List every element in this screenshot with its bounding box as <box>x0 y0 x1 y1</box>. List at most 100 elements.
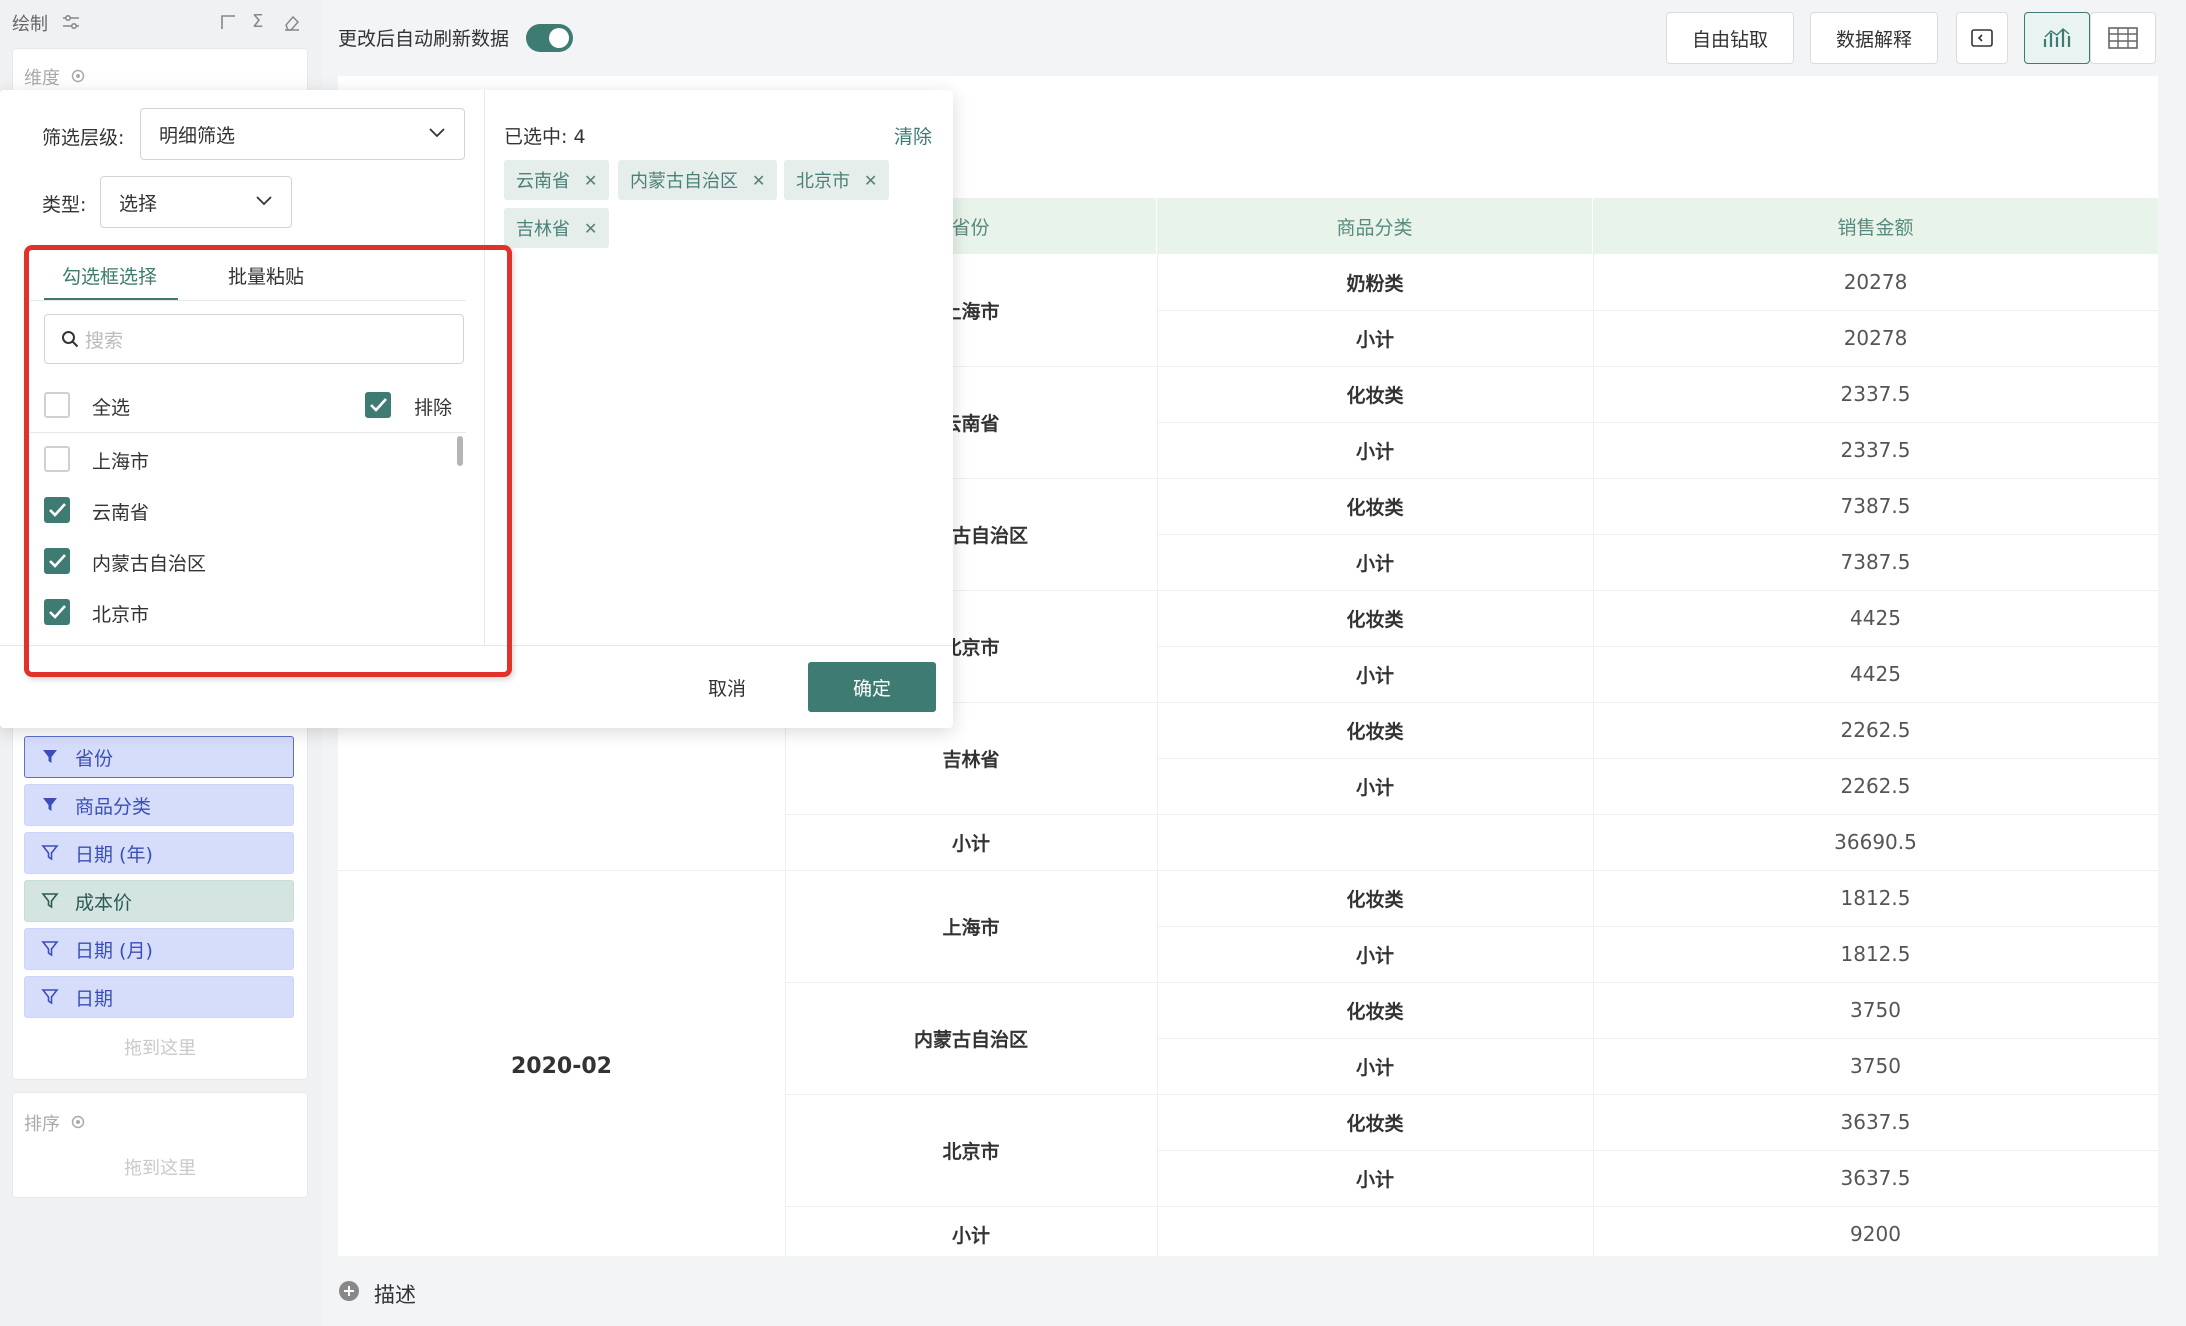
option-checkbox[interactable] <box>44 497 70 523</box>
date-group-cell[interactable]: 2020-02 <box>338 870 785 1256</box>
sales-cell[interactable]: 4425 <box>1593 646 2158 702</box>
list-scrollbar[interactable] <box>457 436 463 466</box>
filter-field-2[interactable]: 日期 (年) <box>24 832 294 874</box>
close-icon[interactable]: ✕ <box>864 171 877 190</box>
sales-cell[interactable]: 3750 <box>1593 1038 2158 1094</box>
sort-drop-hint[interactable]: 拖到这里 <box>12 1154 308 1180</box>
sales-cell[interactable]: 3637.5 <box>1593 1094 2158 1150</box>
category-cell[interactable]: 化妆类 <box>1157 870 1593 926</box>
clear-link[interactable]: 清除 <box>894 122 932 149</box>
free-drill-button[interactable]: 自由钻取 <box>1666 12 1794 64</box>
search-box[interactable]: 搜索 <box>44 314 464 364</box>
category-cell[interactable]: 化妆类 <box>1157 1094 1593 1150</box>
category-cell[interactable]: 化妆类 <box>1157 590 1593 646</box>
filter-drop-hint[interactable]: 拖到这里 <box>12 1034 308 1060</box>
exclude-checkbox[interactable] <box>365 392 391 418</box>
category-cell[interactable]: 小计 <box>1157 1038 1593 1094</box>
option-checkbox[interactable] <box>44 446 70 472</box>
header-sales[interactable]: 销售金额 <box>1593 198 2158 254</box>
filter-field-3[interactable]: 成本价 <box>24 880 294 922</box>
eraser-icon[interactable] <box>283 13 301 31</box>
describe-label[interactable]: 描述 <box>374 1279 416 1309</box>
option-checkbox[interactable] <box>44 599 70 625</box>
sales-cell[interactable]: 2262.5 <box>1593 758 2158 814</box>
settings-sliders-icon[interactable] <box>62 14 80 30</box>
select-all-checkbox[interactable] <box>44 392 70 418</box>
subtotal-value[interactable]: 9200 <box>1593 1206 2158 1256</box>
level-value: 明细筛选 <box>159 124 236 147</box>
filter-outline-icon <box>41 844 75 862</box>
sigma-icon[interactable]: Σ <box>252 11 263 32</box>
filter-field-0[interactable]: 省份 <box>24 736 294 778</box>
select-all-label: 全选 <box>92 397 131 419</box>
category-cell[interactable]: 化妆类 <box>1157 478 1593 534</box>
category-cell[interactable]: 化妆类 <box>1157 702 1593 758</box>
corner-icon[interactable] <box>220 14 236 30</box>
category-cell[interactable]: 小计 <box>1157 534 1593 590</box>
plus-circle-icon[interactable] <box>338 1280 360 1302</box>
category-cell[interactable]: 奶粉类 <box>1157 254 1593 310</box>
category-cell[interactable]: 小计 <box>1157 310 1593 366</box>
category-cell[interactable]: 化妆类 <box>1157 366 1593 422</box>
close-icon[interactable]: ✕ <box>752 171 765 190</box>
level-label: 筛选层级: <box>42 127 125 149</box>
filter-outline-icon <box>41 940 75 958</box>
sales-cell[interactable]: 20278 <box>1593 254 2158 310</box>
auto-refresh-toggle[interactable] <box>526 24 573 52</box>
selected-chip[interactable]: 北京市 ✕ <box>784 160 890 200</box>
province-cell[interactable]: 内蒙古自治区 <box>785 982 1157 1094</box>
check-icon <box>49 554 66 568</box>
header-category[interactable]: 商品分类 <box>1157 198 1593 254</box>
subtotal-value[interactable]: 36690.5 <box>1593 814 2158 870</box>
province-cell[interactable]: 上海市 <box>785 870 1157 982</box>
confirm-button[interactable]: 确定 <box>808 662 936 712</box>
sales-cell[interactable]: 3637.5 <box>1593 1150 2158 1206</box>
search-icon <box>61 330 79 348</box>
filter-field-4[interactable]: 日期 (月) <box>24 928 294 970</box>
cancel-button[interactable]: 取消 <box>708 674 746 701</box>
footer-divider <box>0 645 953 646</box>
category-cell[interactable]: 小计 <box>1157 646 1593 702</box>
tab-checkbox-select[interactable]: 勾选框选择 <box>62 262 157 289</box>
category-cell[interactable]: 小计 <box>1157 926 1593 982</box>
selected-chip[interactable]: 内蒙古自治区 ✕ <box>618 160 778 200</box>
sales-cell[interactable]: 2337.5 <box>1593 422 2158 478</box>
sales-cell[interactable]: 4425 <box>1593 590 2158 646</box>
province-cell[interactable]: 北京市 <box>785 1094 1157 1206</box>
tab-batch-paste[interactable]: 批量粘贴 <box>228 262 304 289</box>
search-input[interactable]: 搜索 <box>85 326 123 353</box>
type-select[interactable]: 选择 <box>100 176 292 228</box>
category-cell[interactable]: 小计 <box>1157 758 1593 814</box>
filter-popup: 筛选层级: 明细筛选 类型: 选择 勾选框选择 批量粘贴 搜索 全选 排除 上海… <box>0 90 953 728</box>
filter-field-5[interactable]: 日期 <box>24 976 294 1018</box>
filter-field-1[interactable]: 商品分类 <box>24 784 294 826</box>
category-cell[interactable]: 小计 <box>1157 1150 1593 1206</box>
sales-cell[interactable]: 1812.5 <box>1593 926 2158 982</box>
close-icon[interactable]: ✕ <box>584 171 597 190</box>
selected-chip[interactable]: 云南省 ✕ <box>504 160 610 200</box>
filter-field-label: 日期 (月) <box>75 939 153 962</box>
filter-solid-icon <box>41 796 75 814</box>
sort-gear-icon[interactable] <box>70 1114 86 1130</box>
category-cell[interactable]: 小计 <box>1157 422 1593 478</box>
sales-cell[interactable]: 7387.5 <box>1593 478 2158 534</box>
sales-cell[interactable]: 20278 <box>1593 310 2158 366</box>
chip-label: 云南省 <box>516 171 570 192</box>
close-icon[interactable]: ✕ <box>584 219 597 238</box>
data-explain-button[interactable]: 数据解释 <box>1810 12 1938 64</box>
sales-cell[interactable]: 2262.5 <box>1593 702 2158 758</box>
filter-outline-icon <box>41 892 75 910</box>
chart-view-button[interactable] <box>2024 12 2090 64</box>
table-view-button[interactable] <box>2090 12 2156 64</box>
category-cell[interactable]: 化妆类 <box>1157 982 1593 1038</box>
sales-cell[interactable]: 1812.5 <box>1593 870 2158 926</box>
sales-cell[interactable]: 2337.5 <box>1593 366 2158 422</box>
sales-cell[interactable]: 3750 <box>1593 982 2158 1038</box>
option-checkbox[interactable] <box>44 548 70 574</box>
code-view-button[interactable] <box>1956 12 2008 64</box>
gear-icon[interactable] <box>70 68 86 84</box>
sales-cell[interactable]: 7387.5 <box>1593 534 2158 590</box>
auto-refresh-label: 更改后自动刷新数据 <box>338 28 510 50</box>
selected-chip[interactable]: 吉林省 ✕ <box>504 208 610 248</box>
level-select[interactable]: 明细筛选 <box>140 108 465 160</box>
